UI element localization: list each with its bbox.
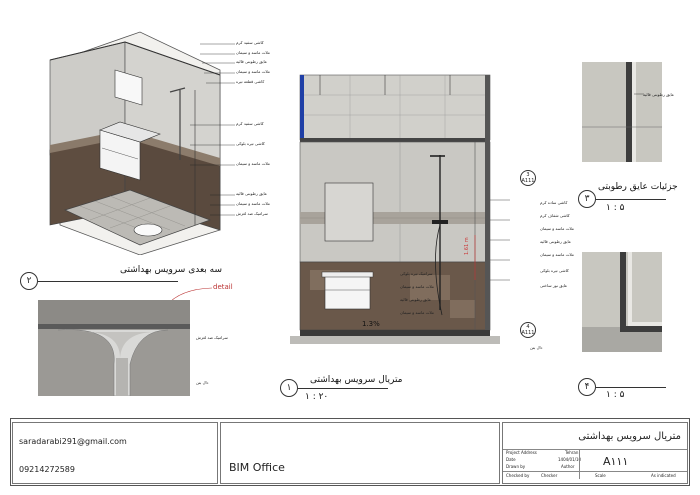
- sheet-title: متریال سرویس بهداشتی: [578, 431, 681, 442]
- project-address-value: Tehran: [565, 450, 579, 455]
- iso-callout: کاشی سفید کرم: [236, 40, 264, 45]
- elev-callout: ملات ماسه و سیمان: [540, 226, 574, 231]
- elev-callout: کاشی شفاف کرم: [540, 213, 570, 218]
- detail-section-drawing: [38, 300, 190, 396]
- section-marker-3[interactable]: 3 A111: [520, 170, 536, 186]
- date-label: Date: [506, 457, 516, 462]
- phone-text: 09214272589: [19, 465, 75, 474]
- view-title-detail3: جزئیات عایق رطوبتی: [598, 182, 678, 192]
- tb-vdivider: [579, 449, 580, 479]
- sheet-number: A۱۱۱: [603, 455, 629, 468]
- scale-label: Scale: [595, 473, 606, 478]
- floor-callout: دال بتن: [530, 345, 543, 350]
- checked-by-value: Checker: [541, 473, 558, 478]
- elev-inner-callout: سرامیک تیره بلوکی: [400, 271, 433, 276]
- drawing-sheet: کاشی سفید کرم ملات ماسه و سیمان عایق رطو…: [0, 0, 700, 495]
- iso-callout: عایق رطوبتی قالیه: [236, 59, 268, 64]
- view-number-1: ۱: [280, 379, 298, 397]
- drawn-by-label: Drawn by: [506, 464, 526, 469]
- section-marker-sheet: A111: [521, 330, 535, 336]
- view-scale-detail4: ۱ : ۵: [606, 390, 625, 400]
- company-name: BIM Office: [229, 461, 285, 474]
- drawn-by-value: Author: [561, 464, 575, 469]
- iso-callout: ملات ماسه و سیمان: [236, 161, 270, 166]
- detail-3-drawing: [582, 62, 662, 162]
- view-scale-elevation: ۱ : ۲۰: [305, 392, 329, 402]
- email-text: saradarabi291@gmail.com: [19, 437, 127, 446]
- elev-inner-callout: ملات ماسه و سیمان: [400, 284, 434, 289]
- contact-cell: saradarabi291@gmail.com 09214272589: [12, 422, 218, 484]
- view-title-isometric: سه بعدی سرویس بهداشتی: [120, 265, 223, 275]
- detail-4-drawing: [582, 252, 662, 352]
- section-marker-4[interactable]: 4 A111: [520, 322, 536, 338]
- view-title-rule: [38, 281, 178, 282]
- iso-callout: ملات ماسه و سیمان: [236, 201, 270, 206]
- elev-inner-callout: عایق رطوبتی قالیه: [400, 297, 432, 302]
- detail3-callout: عایق رطوبتی قالیه: [643, 92, 675, 97]
- iso-callout: ملات ماسه و سیمان: [236, 69, 270, 74]
- iso-callout: سرامیک ضد لغزش: [236, 211, 268, 216]
- view-title-rule: [596, 387, 666, 388]
- height-tag: 1.61 m: [464, 237, 470, 255]
- project-address-label: Project Address: [506, 450, 537, 455]
- iso-callout: کاشی قطعه تیره: [236, 79, 265, 84]
- iso-callout: عایق رطوبتی قالیه: [236, 191, 268, 196]
- elev-callout: کاشی ساده کرم: [540, 200, 568, 205]
- detail-callout: سرامیک ضد لغزش: [196, 335, 228, 340]
- view-number-2: ۲: [20, 272, 38, 290]
- detail-callout: دال بتن: [196, 380, 209, 385]
- checked-by-label: Checked by: [506, 473, 530, 478]
- iso-callout: کاشی سفید کرم: [236, 121, 264, 126]
- iso-callout: کاشی تیره بلوکی: [236, 141, 265, 146]
- elev-callout: ملات ماسه و سیمان: [540, 252, 574, 257]
- isometric-bathroom-drawing: [49, 31, 235, 255]
- date-value: 1404/01/10: [558, 457, 582, 462]
- elev-callout: عایق رطوبتی قالیه: [540, 239, 572, 244]
- view-title-elevation: متریال سرویس بهداشتی: [310, 375, 403, 385]
- view-number-4: ۴: [578, 378, 596, 396]
- elev-callout: کاشی تیره بلوکی: [540, 268, 569, 273]
- view-title-rule: [596, 199, 666, 200]
- sheet-info-cell: متریال سرویس بهداشتی Project Address Teh…: [502, 422, 688, 484]
- view-title-rule: [298, 388, 388, 389]
- slope-label: 1.3%: [362, 320, 380, 328]
- view-number-3: ۳: [578, 190, 596, 208]
- section-marker-sheet: A111: [521, 178, 535, 184]
- tb-divider: [503, 471, 687, 472]
- elev-inner-callout: ملات ماسه و سیمان: [400, 310, 434, 315]
- elev-callout: عایق نور ساختی: [540, 283, 568, 288]
- view-scale-detail3: ۱ : ۵: [606, 203, 625, 213]
- elevation-drawing: [290, 74, 510, 344]
- company-cell: BIM Office: [220, 422, 500, 484]
- iso-callout: ملات ماسه و سیمان: [236, 50, 270, 55]
- scale-value: As indicated: [651, 473, 676, 478]
